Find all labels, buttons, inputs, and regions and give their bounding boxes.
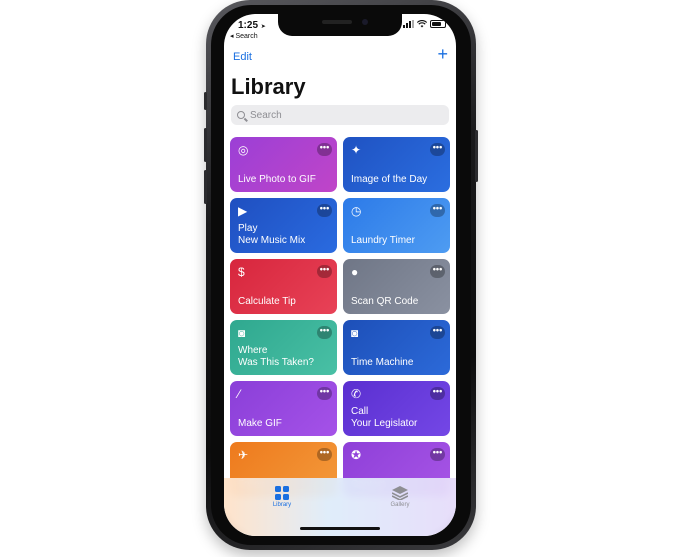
shortcut-title: Play New Music Mix: [238, 223, 331, 247]
shortcut-title: Time Machine: [351, 357, 444, 369]
clock-icon: ◷: [351, 204, 362, 218]
speaker-grille: [322, 20, 352, 24]
volume-down-button: [204, 170, 207, 204]
camera-icon: ◙: [238, 326, 246, 340]
more-options-icon[interactable]: •••: [430, 326, 445, 339]
compass-icon: ✪: [351, 448, 362, 462]
shortcut-card[interactable]: ▶ ••• Play New Music Mix: [230, 198, 337, 253]
tab-library[interactable]: Library: [252, 486, 312, 508]
tab-gallery[interactable]: Gallery: [370, 486, 430, 508]
volume-up-button: [204, 128, 207, 162]
status-time: 1:25 ➤: [238, 20, 266, 31]
page-title: Library: [231, 74, 306, 99]
shortcut-title-line1: Image of the Day: [351, 174, 428, 185]
home-indicator[interactable]: [300, 527, 380, 530]
shortcut-title: Laundry Timer: [351, 235, 444, 247]
shortcut-title-line2: Your Legislator: [351, 418, 418, 429]
status-icons: [403, 20, 446, 28]
more-options-icon[interactable]: •••: [317, 326, 332, 339]
shortcut-title-line1: Make GIF: [238, 418, 282, 429]
mute-switch: [204, 92, 207, 110]
shortcut-title: Live Photo to GIF: [238, 174, 331, 186]
shortcut-card[interactable]: ● ••• Scan QR Code: [343, 259, 450, 314]
signal-icon: [403, 20, 414, 28]
shortcut-title-line1: Time Machine: [351, 357, 414, 368]
live-photo-icon: ◎: [238, 143, 249, 157]
more-options-icon[interactable]: •••: [430, 448, 445, 461]
more-options-icon[interactable]: •••: [430, 143, 445, 156]
front-camera: [362, 19, 368, 25]
phone-screen: 1:25 ➤ ◂ Search Edit + Library Search ◎ •…: [224, 14, 456, 536]
shortcut-card[interactable]: $ ••• Calculate Tip: [230, 259, 337, 314]
shortcut-card[interactable]: ⁄ ••• Make GIF: [230, 381, 337, 436]
power-button: [475, 130, 478, 182]
twitter-icon: ✈: [238, 448, 249, 462]
search-icon: [237, 111, 245, 119]
shortcut-title: Image of the Day: [351, 174, 444, 186]
shortcut-card[interactable]: ◷ ••• Laundry Timer: [343, 198, 450, 253]
search-bar[interactable]: Search: [231, 105, 449, 125]
shortcut-title: Where Was This Taken?: [238, 345, 331, 369]
battery-icon: [430, 20, 446, 28]
shortcut-card[interactable]: ✦ ••• Image of the Day: [343, 137, 450, 192]
dollar-icon: $: [238, 265, 245, 279]
more-options-icon[interactable]: •••: [317, 387, 332, 400]
shortcut-title-line1: Laundry Timer: [351, 235, 415, 246]
more-options-icon[interactable]: •••: [317, 265, 332, 278]
more-options-icon[interactable]: •••: [430, 204, 445, 217]
shortcut-title-line2: New Music Mix: [238, 235, 306, 246]
search-input[interactable]: Search: [250, 110, 282, 121]
telescope-icon: ✦: [351, 143, 362, 157]
shortcut-title-line1: Calculate Tip: [238, 296, 296, 307]
more-options-icon[interactable]: •••: [317, 448, 332, 461]
gallery-stack-icon: [392, 486, 408, 500]
play-icon: ▶: [238, 204, 248, 218]
shortcut-card[interactable]: ◙ ••• Where Was This Taken?: [230, 320, 337, 375]
library-grid-icon: [275, 486, 289, 500]
shortcut-title-line1: Live Photo to GIF: [238, 174, 316, 185]
more-options-icon[interactable]: •••: [430, 265, 445, 278]
shortcut-title: Call Your Legislator: [351, 406, 444, 430]
camera-icon: ◙: [351, 326, 359, 340]
location-arrow-icon: ➤: [260, 24, 266, 30]
shortcut-card[interactable]: ◎ ••• Live Photo to GIF: [230, 137, 337, 192]
shortcut-card[interactable]: ◙ ••• Time Machine: [343, 320, 450, 375]
lightbulb-icon: ●: [351, 265, 359, 279]
shortcut-title-line1: Where: [238, 345, 268, 356]
notch: [278, 14, 402, 36]
tab-library-label: Library: [272, 502, 292, 508]
more-options-icon[interactable]: •••: [317, 204, 332, 217]
tab-gallery-label: Gallery: [390, 502, 410, 508]
tab-bar: Library Gallery: [224, 478, 456, 536]
phone-icon: ✆: [351, 387, 362, 401]
more-options-icon[interactable]: •••: [430, 387, 445, 400]
magic-wand-icon: ⁄: [238, 387, 241, 401]
wifi-icon: [417, 20, 427, 28]
edit-button[interactable]: Edit: [233, 51, 252, 63]
shortcut-title-line1: Play: [238, 223, 258, 234]
shortcut-title-line2: Was This Taken?: [238, 357, 314, 368]
more-options-icon[interactable]: •••: [317, 143, 332, 156]
shortcut-title: Calculate Tip: [238, 296, 331, 308]
back-to-search-link[interactable]: ◂ Search: [230, 32, 258, 40]
shortcut-title: Make GIF: [238, 418, 331, 430]
shortcut-title: Scan QR Code: [351, 296, 444, 308]
add-shortcut-button[interactable]: +: [437, 45, 448, 63]
shortcut-title-line1: Scan QR Code: [351, 296, 419, 307]
shortcut-title-line1: Call: [351, 406, 369, 417]
shortcut-card[interactable]: ✆ ••• Call Your Legislator: [343, 381, 450, 436]
